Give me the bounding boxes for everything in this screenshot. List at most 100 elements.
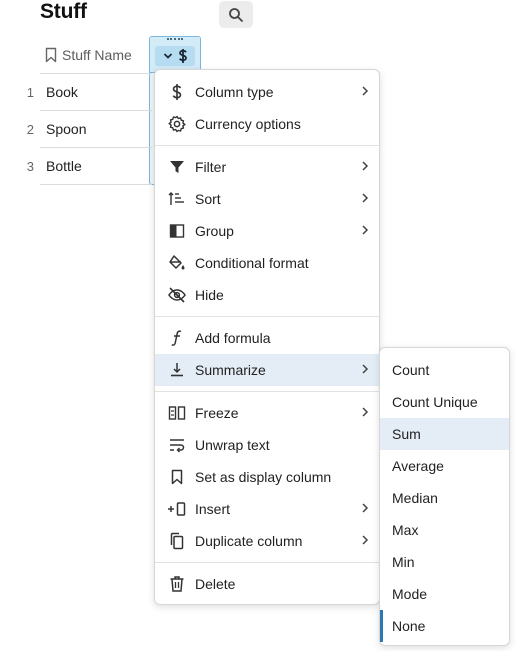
summarize-option-count-unique[interactable]: Count Unique bbox=[380, 386, 509, 418]
menu-divider bbox=[155, 145, 379, 146]
filter-icon bbox=[167, 157, 187, 177]
menu-item-label: Unwrap text bbox=[195, 437, 270, 453]
chevron-right-icon bbox=[362, 86, 369, 96]
menu-item-label: Duplicate column bbox=[195, 533, 303, 549]
eye-off-icon bbox=[167, 285, 187, 305]
formula-icon bbox=[167, 328, 187, 348]
option-label: Average bbox=[392, 458, 444, 474]
column-header-stuff-name[interactable]: Stuff Name bbox=[40, 37, 152, 74]
menu-item-unwrap-text[interactable]: Unwrap text bbox=[155, 429, 379, 461]
menu-item-label: Hide bbox=[195, 287, 224, 303]
table-row[interactable]: 3 Bottle bbox=[0, 148, 152, 185]
summarize-option-max[interactable]: Max bbox=[380, 514, 509, 546]
summarize-option-count[interactable]: Count bbox=[380, 354, 509, 386]
cell-value: Bottle bbox=[46, 158, 82, 174]
summarize-option-mode[interactable]: Mode bbox=[380, 578, 509, 610]
sort-icon bbox=[167, 189, 187, 209]
menu-item-duplicate-column[interactable]: Duplicate column bbox=[155, 525, 379, 557]
summarize-option-none[interactable]: None bbox=[380, 610, 509, 642]
option-label: Median bbox=[392, 490, 438, 506]
menu-item-summarize[interactable]: Summarize bbox=[155, 354, 379, 386]
cell-value: Book bbox=[46, 84, 78, 100]
menu-item-label: Filter bbox=[195, 159, 227, 175]
option-label: None bbox=[392, 618, 426, 634]
menu-divider bbox=[155, 316, 379, 317]
menu-item-label: Freeze bbox=[195, 405, 239, 421]
search-icon bbox=[229, 7, 243, 22]
cell-value: Spoon bbox=[46, 121, 87, 137]
menu-item-set-display-column[interactable]: Set as display column bbox=[155, 461, 379, 493]
menu-item-sort[interactable]: Sort bbox=[155, 183, 379, 215]
group-icon bbox=[167, 221, 187, 241]
menu-item-conditional-format[interactable]: Conditional format bbox=[155, 247, 379, 279]
summarize-option-sum[interactable]: Sum bbox=[380, 418, 509, 450]
option-label: Min bbox=[392, 554, 415, 570]
chevron-right-icon bbox=[362, 503, 369, 513]
dollar-icon bbox=[178, 49, 187, 63]
bookmark-icon bbox=[45, 47, 57, 63]
menu-item-label: Conditional format bbox=[195, 255, 309, 271]
trash-icon bbox=[167, 574, 187, 594]
table-row[interactable]: 1 Book bbox=[0, 74, 152, 111]
row-number: 3 bbox=[26, 159, 34, 174]
table-cell[interactable]: Spoon bbox=[40, 111, 152, 148]
table-row[interactable]: 2 Spoon bbox=[0, 111, 152, 148]
menu-item-group[interactable]: Group bbox=[155, 215, 379, 247]
chevron-right-icon bbox=[362, 161, 369, 171]
option-label: Count Unique bbox=[392, 394, 478, 410]
menu-item-delete[interactable]: Delete bbox=[155, 568, 379, 600]
menu-item-label: Delete bbox=[195, 576, 236, 592]
bookmark-icon bbox=[167, 467, 187, 487]
insert-column-icon bbox=[167, 499, 187, 519]
summarize-icon bbox=[167, 360, 187, 380]
menu-item-label: Currency options bbox=[195, 116, 301, 132]
menu-item-insert[interactable]: Insert bbox=[155, 493, 379, 525]
summarize-option-median[interactable]: Median bbox=[380, 482, 509, 514]
paint-bucket-icon bbox=[167, 253, 187, 273]
option-label: Mode bbox=[392, 586, 428, 602]
menu-item-label: Set as display column bbox=[195, 469, 332, 485]
menu-item-label: Column type bbox=[195, 84, 274, 100]
option-label: Count bbox=[392, 362, 430, 378]
summarize-option-min[interactable]: Min bbox=[380, 546, 509, 578]
summarize-option-average[interactable]: Average bbox=[380, 450, 509, 482]
search-button[interactable] bbox=[219, 1, 253, 28]
menu-item-add-formula[interactable]: Add formula bbox=[155, 322, 379, 354]
menu-item-hide[interactable]: Hide bbox=[155, 279, 379, 311]
menu-item-label: Summarize bbox=[195, 362, 266, 378]
drag-handle[interactable] bbox=[167, 38, 183, 41]
wrap-text-icon bbox=[167, 435, 187, 455]
chevron-right-icon bbox=[362, 225, 369, 235]
row-number: 1 bbox=[26, 85, 34, 100]
menu-divider bbox=[155, 562, 379, 563]
page-title: Stuff bbox=[40, 0, 87, 23]
option-label: Sum bbox=[392, 426, 421, 442]
column-menu-button[interactable] bbox=[155, 46, 195, 66]
menu-item-freeze[interactable]: Freeze bbox=[155, 397, 379, 429]
summarize-submenu: Count Count Unique Sum Average Median Ma… bbox=[379, 347, 510, 646]
menu-item-label: Insert bbox=[195, 501, 231, 517]
menu-item-label: Group bbox=[195, 223, 234, 239]
column-header-label: Stuff Name bbox=[62, 47, 132, 63]
table-cell[interactable]: Book bbox=[40, 74, 152, 111]
table-cell[interactable]: Bottle bbox=[40, 148, 152, 185]
menu-item-column-type[interactable]: Column type bbox=[155, 76, 379, 108]
chevron-right-icon bbox=[362, 364, 369, 374]
chevron-right-icon bbox=[362, 407, 369, 417]
option-label: Max bbox=[392, 522, 419, 538]
chevron-down-icon bbox=[163, 53, 172, 59]
row-number: 2 bbox=[26, 122, 34, 137]
duplicate-icon bbox=[167, 531, 187, 551]
chevron-right-icon bbox=[362, 193, 369, 203]
freeze-icon bbox=[167, 403, 187, 423]
gear-icon bbox=[167, 114, 187, 134]
menu-item-label: Sort bbox=[195, 191, 221, 207]
column-menu: Column type Currency options Filter Sort… bbox=[154, 69, 380, 605]
menu-item-currency-options[interactable]: Currency options bbox=[155, 108, 379, 140]
menu-item-filter[interactable]: Filter bbox=[155, 151, 379, 183]
menu-item-label: Add formula bbox=[195, 330, 271, 346]
dollar-icon bbox=[167, 82, 187, 102]
selected-column-header[interactable] bbox=[150, 37, 200, 73]
chevron-right-icon bbox=[362, 535, 369, 545]
menu-divider bbox=[155, 391, 379, 392]
